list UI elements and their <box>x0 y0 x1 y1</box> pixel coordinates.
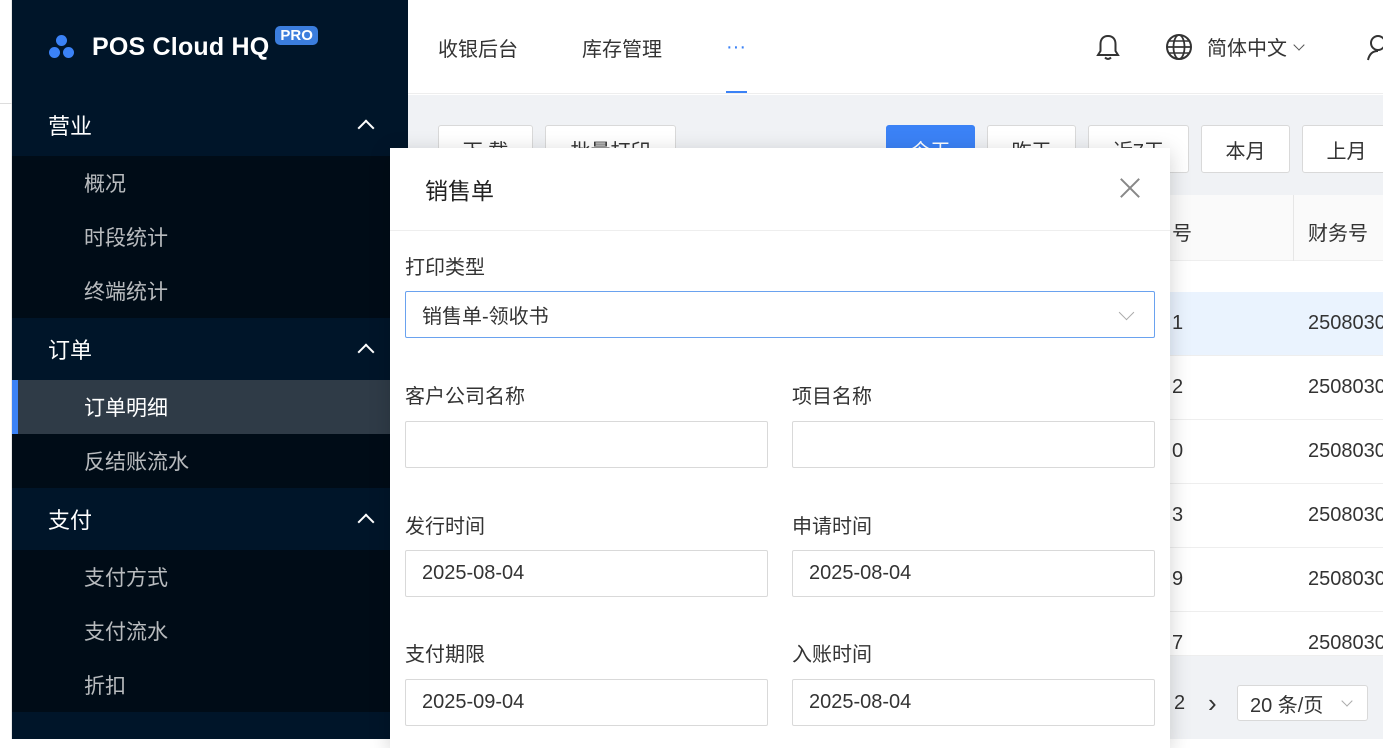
sidebar-item-order-detail[interactable]: 订单明细 <box>12 380 408 434</box>
project-label: 项目名称 <box>792 386 872 408</box>
menu-group-label: 订单 <box>48 338 93 363</box>
menu-group-payment[interactable]: 支付 <box>12 488 408 550</box>
next-page-button[interactable]: › <box>1208 685 1217 721</box>
globe-icon <box>1166 33 1192 60</box>
customer-input[interactable] <box>405 421 768 468</box>
customer-label: 客户公司名称 <box>405 386 525 408</box>
issue-date-input[interactable] <box>405 550 768 597</box>
pro-badge: PRO <box>275 25 318 45</box>
post-date-input[interactable] <box>792 679 1155 726</box>
table-cell: 1 <box>1172 312 1184 334</box>
modal-header: 销售单 <box>390 148 1170 231</box>
logo[interactable]: POS Cloud HQ PRO <box>12 0 408 94</box>
sidebar-item-discount[interactable]: 折扣 <box>12 658 408 712</box>
apply-date-label: 申请时间 <box>792 516 872 538</box>
nav-active-indicator <box>726 91 747 93</box>
user-icon[interactable] <box>1366 33 1383 61</box>
menu-group-orders[interactable]: 订单 <box>12 318 408 380</box>
post-date-label: 入账时间 <box>792 644 872 666</box>
column-header: 号 <box>1172 223 1192 245</box>
app-title: POS Cloud HQ <box>92 32 270 61</box>
table-cell: 2508030 <box>1308 632 1383 654</box>
nav-more[interactable]: ··· <box>726 0 746 94</box>
page-size-label: 20 条/页 <box>1250 694 1324 717</box>
sidebar-item-payment-methods[interactable]: 支付方式 <box>12 550 408 604</box>
table-cell: 9 <box>1172 568 1184 590</box>
chevron-down-icon <box>1341 695 1353 707</box>
nav-cashier[interactable]: 收银后台 <box>438 0 518 94</box>
chevron-up-icon <box>357 513 375 531</box>
modal-title: 销售单 <box>425 178 494 204</box>
print-type-select[interactable]: 销售单-领收书 <box>405 291 1155 338</box>
sidebar: POS Cloud HQ PRO 营业 概况 时段统计 终端统计 订单 订单明细… <box>12 0 408 739</box>
last-month-button[interactable]: 上月 <box>1302 125 1383 173</box>
language-label: 简体中文 <box>1207 38 1287 60</box>
sidebar-item-reverse-checkout[interactable]: 反结账流水 <box>12 434 408 488</box>
table-cell: 2508030 <box>1308 504 1383 526</box>
edge-divider <box>0 103 12 104</box>
table-cell: 2 <box>1172 376 1184 398</box>
logo-icon <box>48 33 76 61</box>
sidebar-item-overview[interactable]: 概况 <box>12 156 408 210</box>
left-edge <box>0 0 12 739</box>
table-cell: 2508030 <box>1308 312 1383 334</box>
top-bar: 收银后台 库存管理 ··· 简体中文 <box>408 0 1383 94</box>
menu-group-label: 营业 <box>48 114 93 139</box>
sales-doc-modal: 销售单 打印类型 销售单-领收书 客户公司名称 项目名称 发行时间 申请时间 支… <box>390 148 1170 748</box>
column-header: 财务号 <box>1308 223 1368 245</box>
menu-group-label: 支付 <box>48 508 93 533</box>
print-type-label: 打印类型 <box>405 257 485 279</box>
table-cell: 2508030 <box>1308 568 1383 590</box>
menu-group-business[interactable]: 营业 <box>12 94 408 156</box>
table-cell: 3 <box>1172 504 1184 526</box>
chevron-up-icon <box>357 119 375 137</box>
issue-date-label: 发行时间 <box>405 516 485 538</box>
table-cell: 7 <box>1172 632 1184 654</box>
chevron-up-icon <box>357 343 375 361</box>
table-cell: 2508030 <box>1308 440 1383 462</box>
bell-icon[interactable] <box>1096 33 1120 61</box>
submenu-payment: 支付方式 支付流水 折扣 <box>12 550 408 712</box>
sidebar-item-payment-flow[interactable]: 支付流水 <box>12 604 408 658</box>
submenu-business: 概况 时段统计 终端统计 <box>12 156 408 318</box>
this-month-button[interactable]: 本月 <box>1201 125 1290 173</box>
column-divider <box>1293 195 1294 261</box>
due-date-label: 支付期限 <box>405 644 485 666</box>
chevron-down-icon <box>1293 38 1305 51</box>
apply-date-input[interactable] <box>792 550 1155 597</box>
close-icon[interactable] <box>1120 178 1140 198</box>
page-number[interactable]: 2 <box>1174 685 1185 721</box>
project-input[interactable] <box>792 421 1155 468</box>
language-selector[interactable]: 简体中文 <box>1165 32 1305 61</box>
sidebar-item-period-stats[interactable]: 时段统计 <box>12 210 408 264</box>
nav-inventory[interactable]: 库存管理 <box>582 0 662 94</box>
page-size-select[interactable]: 20 条/页 <box>1237 685 1368 721</box>
sidebar-item-terminal-stats[interactable]: 终端统计 <box>12 264 408 318</box>
chevron-down-icon <box>1118 304 1135 321</box>
submenu-orders: 订单明细 反结账流水 <box>12 380 408 488</box>
print-type-value: 销售单-领收书 <box>422 306 549 328</box>
due-date-input[interactable] <box>405 679 768 726</box>
table-cell: 0 <box>1172 440 1184 462</box>
table-cell: 2508030 <box>1308 376 1383 398</box>
